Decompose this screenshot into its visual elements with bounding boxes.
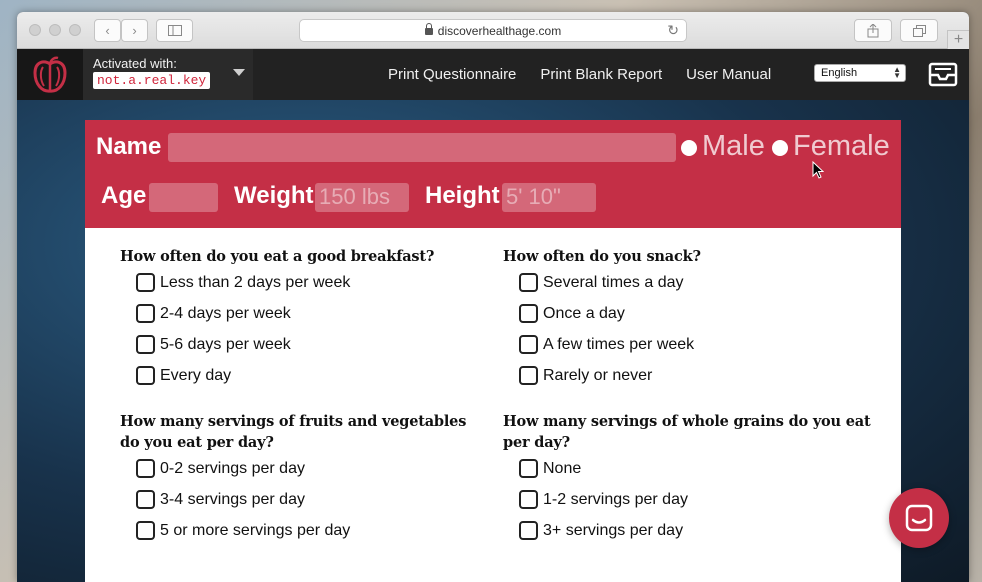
option-label: Once a day — [543, 304, 625, 322]
option-item[interactable]: A few times per week — [503, 329, 873, 360]
close-window-button[interactable] — [29, 24, 41, 36]
minimize-window-button[interactable] — [49, 24, 61, 36]
chat-launcher-button[interactable] — [889, 488, 949, 548]
checkbox[interactable] — [136, 459, 155, 478]
license-key: not.a.real.key — [93, 72, 211, 89]
question-whole-grains: How many servings of whole grains do you… — [503, 411, 873, 546]
option-item[interactable]: 3-4 servings per day — [120, 484, 490, 515]
chat-icon — [905, 504, 933, 532]
checkbox[interactable] — [519, 273, 538, 292]
option-label: 1-2 servings per day — [543, 490, 688, 508]
option-label: 5-6 days per week — [160, 335, 291, 353]
option-item[interactable]: 0-2 servings per day — [120, 453, 490, 484]
tabs-overview-icon[interactable] — [900, 19, 938, 42]
question-title: How many servings of fruits and vegetabl… — [120, 413, 467, 451]
lock-icon — [424, 23, 433, 35]
language-value: English — [821, 67, 858, 79]
personal-info-section: Name Male Female Age Weight 150 lbs Heig… — [85, 120, 901, 228]
new-tab-icon[interactable]: + — [947, 30, 969, 49]
height-input[interactable]: 5' 10" — [502, 183, 596, 212]
forward-icon[interactable]: › — [121, 19, 148, 42]
option-label: 3-4 servings per day — [160, 490, 305, 508]
option-item[interactable]: Every day — [120, 360, 490, 391]
chevron-down-icon — [233, 69, 245, 76]
checkbox[interactable] — [136, 521, 155, 540]
question-title: How many servings of whole grains do you… — [503, 413, 871, 451]
option-label: 5 or more servings per day — [160, 521, 351, 539]
option-item[interactable]: Less than 2 days per week — [120, 267, 490, 298]
browser-toolbar: ‹ › discoverhealthage.com ↻ + — [17, 12, 969, 49]
checkbox[interactable] — [136, 273, 155, 292]
question-title: How often do you eat a good breakfast? — [120, 248, 435, 265]
option-label: Less than 2 days per week — [160, 273, 351, 291]
option-item[interactable]: 2-4 days per week — [120, 298, 490, 329]
height-label: Height — [425, 182, 500, 209]
top-nav: Print Questionnaire Print Blank Report U… — [388, 49, 795, 100]
nav-print-blank-report[interactable]: Print Blank Report — [540, 66, 662, 83]
share-icon[interactable] — [854, 19, 892, 42]
checkbox[interactable] — [519, 459, 538, 478]
option-label: Rarely or never — [543, 366, 653, 384]
browser-window: ‹ › discoverhealthage.com ↻ + Activated … — [17, 12, 969, 582]
back-icon[interactable]: ‹ — [94, 19, 121, 42]
checkbox[interactable] — [519, 366, 538, 385]
nav-print-questionnaire[interactable]: Print Questionnaire — [388, 66, 516, 83]
zoom-window-button[interactable] — [69, 24, 81, 36]
option-item[interactable]: Several times a day — [503, 267, 873, 298]
mouse-pointer-icon — [812, 160, 825, 184]
checkbox[interactable] — [136, 490, 155, 509]
question-breakfast: How often do you eat a good breakfast? L… — [120, 246, 490, 391]
url-text: discoverhealthage.com — [437, 23, 562, 38]
checkbox[interactable] — [519, 490, 538, 509]
activation-dropdown[interactable]: Activated with: not.a.real.key — [83, 49, 253, 100]
option-label: None — [543, 459, 582, 477]
activation-label: Activated with: — [93, 56, 177, 71]
option-label: 0-2 servings per day — [160, 459, 305, 477]
option-item[interactable]: Rarely or never — [503, 360, 873, 391]
option-label: A few times per week — [543, 335, 695, 353]
checkbox[interactable] — [519, 304, 538, 323]
reload-icon[interactable]: ↻ — [667, 22, 679, 39]
option-item[interactable]: 5-6 days per week — [120, 329, 490, 360]
option-item[interactable]: 1-2 servings per day — [503, 484, 873, 515]
question-fruits-vegetables: How many servings of fruits and vegetabl… — [120, 411, 490, 546]
select-arrows-icon: ▲ ▼ — [893, 65, 901, 80]
address-bar[interactable]: discoverhealthage.com ↻ — [299, 19, 687, 42]
name-label: Name — [96, 133, 162, 160]
option-item[interactable]: None — [503, 453, 873, 484]
questionnaire-form: Name Male Female Age Weight 150 lbs Heig… — [85, 120, 901, 582]
option-label: 3+ servings per day — [543, 521, 684, 539]
question-snack: How often do you snack? Several times a … — [503, 246, 873, 391]
question-title: How often do you snack? — [503, 248, 701, 265]
checkbox[interactable] — [136, 304, 155, 323]
page-background: Name Male Female Age Weight 150 lbs Heig… — [17, 100, 969, 582]
age-label: Age — [101, 182, 147, 209]
female-label[interactable]: Female — [793, 130, 890, 163]
language-select[interactable]: English ▲ ▼ — [814, 64, 906, 82]
checkbox[interactable] — [136, 366, 155, 385]
age-input[interactable] — [149, 183, 218, 212]
option-item[interactable]: Once a day — [503, 298, 873, 329]
option-item[interactable]: 3+ servings per day — [503, 515, 873, 546]
weight-label: Weight — [234, 182, 314, 209]
option-label: Several times a day — [543, 273, 684, 291]
female-radio[interactable] — [772, 140, 788, 156]
checkbox[interactable] — [136, 335, 155, 354]
option-label: Every day — [160, 366, 232, 384]
checkbox[interactable] — [519, 521, 538, 540]
sidebar-icon[interactable] — [156, 19, 193, 42]
checkbox[interactable] — [519, 335, 538, 354]
app-header: Activated with: not.a.real.key Print Que… — [17, 49, 969, 100]
weight-input[interactable]: 150 lbs — [315, 183, 409, 212]
apple-logo-icon[interactable] — [17, 49, 83, 100]
male-label[interactable]: Male — [702, 130, 765, 163]
option-item[interactable]: 5 or more servings per day — [120, 515, 490, 546]
male-radio[interactable] — [681, 140, 697, 156]
nav-user-manual[interactable]: User Manual — [686, 66, 771, 83]
name-input[interactable] — [168, 133, 676, 162]
option-label: 2-4 days per week — [160, 304, 291, 322]
inbox-icon[interactable] — [928, 62, 958, 92]
